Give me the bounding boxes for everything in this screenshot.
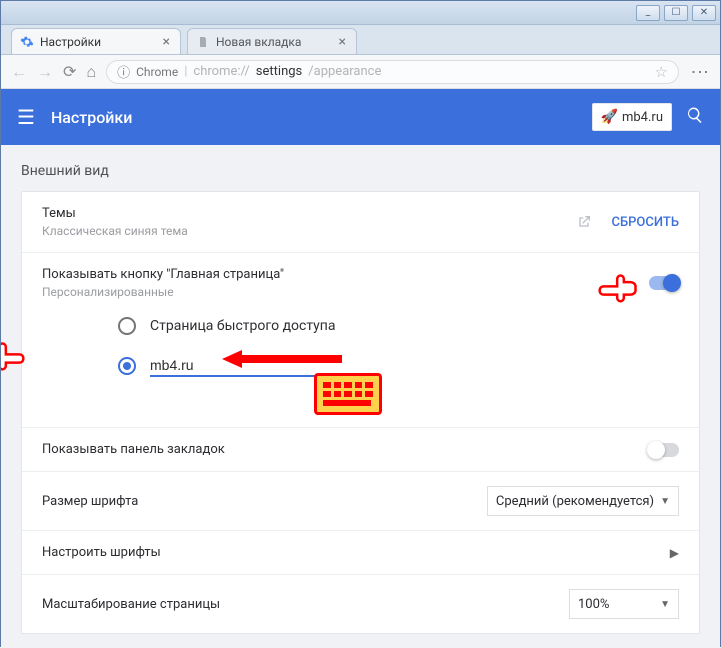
themes-reset-button[interactable]: СБРОСИТЬ (611, 215, 679, 230)
bookmarks-title: Показывать панель закладок (42, 442, 649, 457)
customfonts-title: Настроить шрифты (42, 545, 670, 560)
radio-custom-url[interactable] (42, 345, 679, 417)
font-size-select[interactable]: Средний (рекомендуется) ▼ (487, 486, 679, 516)
annotation-hand-icon (1, 341, 26, 371)
bookmark-star-icon[interactable]: ☆ (655, 63, 668, 81)
page-icon (196, 35, 210, 49)
back-icon[interactable]: ← (11, 62, 27, 82)
open-external-icon[interactable] (575, 213, 593, 231)
homebutton-subtitle: Персонализированные (42, 285, 649, 299)
themes-subtitle: Классическая синяя тема (42, 224, 575, 238)
bookmarks-toggle[interactable] (649, 443, 679, 457)
tab-title: Настройки (40, 35, 155, 49)
caret-down-icon: ▼ (660, 599, 670, 610)
browser-tabstrip: Настройки × Новая вкладка × (1, 25, 720, 55)
appearance-card: Темы Классическая синяя тема СБРОСИТЬ По… (21, 191, 700, 634)
fontsize-title: Размер шрифта (42, 494, 487, 509)
customize-fonts-row[interactable]: Настроить шрифты ▶ (22, 530, 699, 574)
annotation-keyboard-icon (314, 373, 382, 415)
themes-row[interactable]: Темы Классическая синяя тема СБРОСИТЬ (22, 192, 699, 252)
font-size-row: Размер шрифта Средний (рекомендуется) ▼ (22, 471, 699, 530)
tab-settings[interactable]: Настройки × (11, 28, 181, 54)
settings-content: Внешний вид Темы Классическая синяя тема… (1, 145, 720, 648)
browser-toolbar: ← → ⟳ ⌂ ⓘ Chrome | chrome://settings/app… (1, 55, 720, 89)
home-button-row: Показывать кнопку "Главная страница" Пер… (22, 252, 699, 427)
forward-icon[interactable]: → (37, 62, 53, 82)
url-path: settings (256, 64, 302, 79)
radio-quick-access[interactable]: Страница быстрого доступа (42, 307, 679, 345)
gear-icon (20, 35, 34, 49)
zoom-title: Масштабирование страницы (42, 597, 569, 612)
menu-icon[interactable]: ☰ (17, 105, 35, 129)
window-titlebar: _ ☐ ✕ (1, 1, 720, 25)
radio-icon[interactable] (118, 317, 136, 335)
caret-down-icon: ▼ (660, 496, 670, 507)
radio-icon[interactable] (118, 357, 136, 375)
window-close-button[interactable]: ✕ (692, 5, 716, 21)
reload-icon[interactable]: ⟳ (63, 62, 76, 81)
radio-label: Страница быстрого доступа (150, 318, 335, 334)
rocket-icon: 🚀 (601, 109, 618, 125)
search-icon[interactable] (686, 106, 704, 129)
homepage-url-input[interactable] (150, 355, 370, 377)
select-value: Средний (рекомендуется) (496, 494, 654, 509)
tab-new[interactable]: Новая вкладка × (187, 28, 357, 54)
page-zoom-row: Масштабирование страницы 100% ▼ (22, 574, 699, 633)
bookmarks-bar-row: Показывать панель закладок (22, 427, 699, 471)
info-icon: ⓘ (117, 62, 130, 81)
settings-header: ☰ Настройки 🚀 mb4.ru (1, 89, 720, 145)
homebutton-toggle[interactable] (649, 276, 679, 290)
kebab-menu-icon[interactable]: ⋮ (689, 63, 710, 80)
tab-title: Новая вкладка (216, 35, 331, 49)
section-title: Внешний вид (1, 145, 720, 191)
tab-close-icon[interactable]: × (161, 34, 172, 50)
tab-close-icon[interactable]: × (337, 34, 348, 50)
homebutton-title: Показывать кнопку "Главная страница" (42, 267, 649, 282)
address-bar[interactable]: ⓘ Chrome | chrome://settings/appearance … (106, 60, 679, 84)
chevron-right-icon: ▶ (670, 546, 679, 560)
site-badge: 🚀 mb4.ru (592, 103, 672, 131)
page-zoom-select[interactable]: 100% ▼ (569, 589, 679, 619)
badge-text: mb4.ru (622, 110, 663, 125)
url-suffix: /appearance (308, 64, 381, 79)
page-title: Настройки (51, 108, 132, 127)
themes-title: Темы (42, 206, 575, 221)
window-minimize-button[interactable]: _ (636, 5, 660, 21)
url-prefix: chrome:// (193, 64, 249, 79)
select-value: 100% (578, 597, 609, 612)
window-maximize-button[interactable]: ☐ (664, 5, 688, 21)
origin-label: Chrome (136, 65, 178, 79)
home-icon[interactable]: ⌂ (86, 62, 96, 82)
